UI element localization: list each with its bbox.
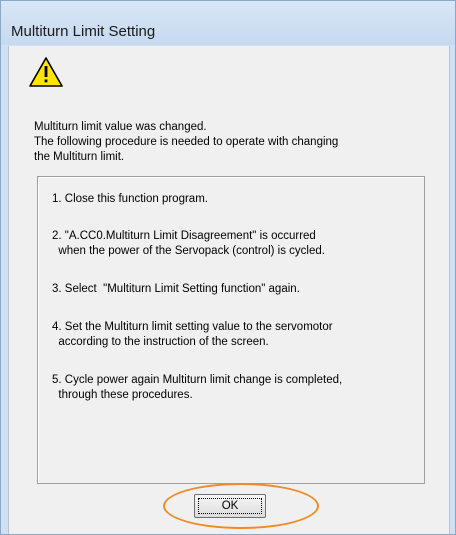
procedure-step: 5. Cycle power again Multiturn limit cha… <box>52 373 342 403</box>
ok-button-label: OK <box>198 498 262 514</box>
step-line: 4. Set the Multiturn limit setting value… <box>52 321 333 333</box>
message-line: The following procedure is needed to ope… <box>34 136 339 148</box>
window-title: Multiturn Limit Setting <box>11 23 156 40</box>
ok-button[interactable]: OK <box>194 494 266 518</box>
step-line: when the power of the Servopack (control… <box>52 245 325 257</box>
procedure-step: 2. "A.CC0.Multiturn Limit Disagreement" … <box>52 229 325 259</box>
dialog-body: Multiturn limit value was changed. The f… <box>8 46 450 534</box>
message-line: the Multiturn limit. <box>34 151 125 163</box>
step-line: 3. Select "Multiturn Limit Setting funct… <box>52 283 300 295</box>
message-text: Multiturn limit value was changed. The f… <box>34 120 338 165</box>
step-line: 1. Close this function program. <box>52 193 208 205</box>
step-line: through these procedures. <box>52 389 193 401</box>
message-line: Multiturn limit value was changed. <box>34 121 207 133</box>
procedure-step: 4. Set the Multiturn limit setting value… <box>52 320 333 350</box>
procedure-box: 1. Close this function program. 2. "A.CC… <box>37 176 425 484</box>
procedure-step: 1. Close this function program. <box>52 192 208 207</box>
step-line: 5. Cycle power again Multiturn limit cha… <box>52 374 343 386</box>
step-line: according to the instruction of the scre… <box>52 336 269 348</box>
dialog-window: Multiturn Limit Setting Multiturn limit … <box>0 0 456 535</box>
step-line: 2. "A.CC0.Multiturn Limit Disagreement" … <box>52 230 316 242</box>
warning-icon <box>29 57 63 87</box>
title-bar[interactable]: Multiturn Limit Setting <box>1 1 455 45</box>
procedure-step: 3. Select "Multiturn Limit Setting funct… <box>52 282 300 297</box>
